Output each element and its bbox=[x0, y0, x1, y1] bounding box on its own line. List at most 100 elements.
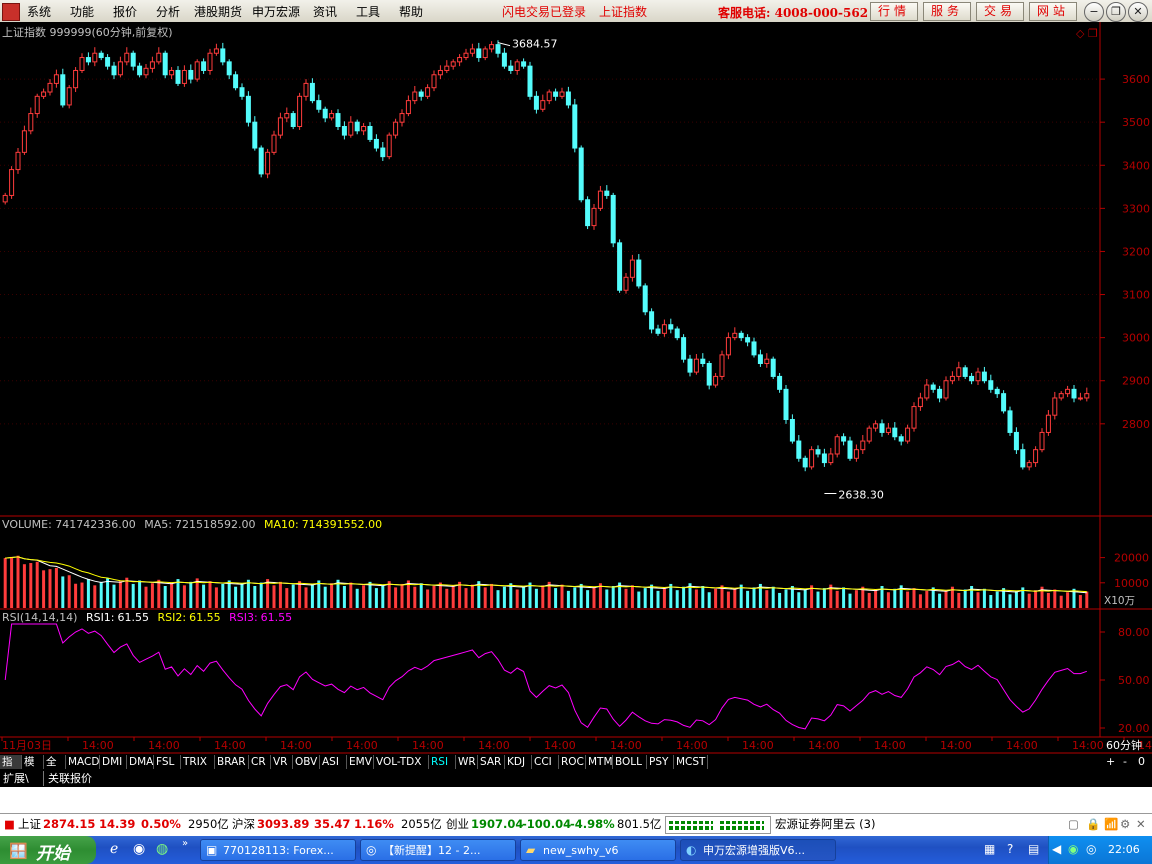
candle-body bbox=[239, 87, 245, 97]
candle-body bbox=[924, 384, 930, 399]
quicklaunch-more-icon[interactable]: » bbox=[182, 838, 188, 849]
indicator-tab-voltdx[interactable]: VOL-TDX bbox=[374, 755, 429, 769]
indicator-tab-mtm[interactable]: MTM bbox=[586, 755, 613, 769]
ext-tab-related-quotes[interactable]: 关联报价 bbox=[48, 771, 92, 786]
rsi3-value: 61.55 bbox=[261, 611, 293, 624]
candle-body bbox=[962, 367, 968, 377]
x-axis-label: 14:00 bbox=[148, 739, 180, 752]
candle-body bbox=[457, 57, 463, 63]
indicator-tab-label[interactable]: 指标 bbox=[0, 755, 22, 782]
indicator-tab-roc[interactable]: ROC bbox=[559, 755, 586, 769]
candle-body bbox=[482, 48, 488, 59]
candle-body bbox=[802, 457, 808, 468]
price-annotation: 2638.30 bbox=[838, 488, 884, 501]
candle-body bbox=[623, 276, 629, 291]
desktop-icon[interactable]: ◍ bbox=[156, 841, 168, 857]
candle-body bbox=[34, 95, 40, 115]
settings-icon[interactable]: ⚙ bbox=[1120, 817, 1130, 831]
broker-server[interactable]: 宏源证券阿里云 (3) bbox=[775, 817, 875, 831]
candle-body bbox=[514, 61, 520, 71]
lock-icon[interactable]: 🔒 bbox=[1086, 817, 1100, 831]
indicator-tab-psy[interactable]: PSY bbox=[647, 755, 674, 769]
volume-ma5-label: MA5: bbox=[144, 518, 172, 531]
indicator-tab-sar[interactable]: SAR bbox=[478, 755, 505, 769]
candle-body bbox=[265, 151, 271, 175]
candle-body bbox=[937, 388, 943, 399]
candle-body bbox=[969, 375, 975, 382]
indicator-tab-mcst[interactable]: MCST bbox=[674, 755, 708, 769]
all-tab[interactable]: 全部 bbox=[44, 755, 66, 782]
candle-body bbox=[2, 194, 8, 203]
candle-body bbox=[905, 427, 911, 442]
indicator-tab-kdj[interactable]: KDJ bbox=[505, 755, 532, 769]
window-toggle-icon[interactable]: ❐ bbox=[1088, 27, 1098, 40]
x-axis-label: 14:00 bbox=[874, 739, 906, 752]
indicator-tab-fsl[interactable]: FSL bbox=[154, 755, 181, 769]
ie-icon[interactable]: ℯ bbox=[110, 841, 118, 857]
candle-body bbox=[770, 358, 776, 377]
indicator-tab-obv[interactable]: OBV bbox=[293, 755, 320, 769]
signal-icon[interactable]: 📶 bbox=[1104, 817, 1118, 831]
candle-body bbox=[668, 324, 674, 330]
help-icon[interactable]: ? bbox=[1007, 842, 1013, 856]
candle-body bbox=[738, 332, 744, 339]
keyboard-icon[interactable]: ▦ bbox=[984, 842, 995, 856]
task-reminder[interactable]: 【新提醒】12 - 2... bbox=[360, 839, 516, 861]
rsi-axis-tick: 80.00 bbox=[1118, 626, 1150, 639]
chart-area[interactable]: 2800 2900 3000 3100 3200 3300 3400 3500 3600 100… bbox=[0, 0, 1152, 754]
tray-app-icon[interactable]: ◎ bbox=[1086, 842, 1096, 856]
candle-body bbox=[751, 341, 757, 356]
blank-panel bbox=[0, 787, 1152, 813]
task-shenwan[interactable]: 申万宏源增强版V6... bbox=[680, 839, 836, 861]
zoom-reset-button[interactable]: 0 bbox=[1138, 755, 1145, 768]
task-forex[interactable]: 770128113: Forex... bbox=[200, 839, 356, 861]
tray-left-icon[interactable]: ◀ bbox=[1052, 842, 1061, 856]
browser-icon[interactable]: ◉ bbox=[133, 841, 145, 857]
candle-body bbox=[309, 82, 315, 102]
cy-name[interactable]: 创业 bbox=[446, 817, 469, 831]
candle-body bbox=[693, 358, 699, 373]
diamond-icon[interactable]: ◇ bbox=[1076, 27, 1085, 40]
candle-body bbox=[73, 69, 79, 89]
template-tab[interactable]: 模板 bbox=[22, 755, 44, 782]
volume-label: VOLUME bbox=[2, 518, 48, 531]
sh-name[interactable]: 上证 bbox=[18, 817, 41, 831]
alert-icon[interactable]: ■ bbox=[4, 817, 15, 831]
ext-tab-expand[interactable]: 扩展\ bbox=[3, 771, 44, 786]
start-label: 开始 bbox=[36, 844, 70, 864]
indicator-tab-trix[interactable]: TRIX bbox=[181, 755, 215, 769]
indicator-tab-cci[interactable]: CCI bbox=[532, 755, 559, 769]
indicator-tab-macd[interactable]: MACD bbox=[66, 755, 100, 769]
candle-body bbox=[866, 427, 872, 442]
indicator-tab-asi[interactable]: ASI bbox=[320, 755, 347, 769]
indicator-tab-wr[interactable]: WR bbox=[456, 755, 478, 769]
indicator-tab-rsi[interactable]: RSI bbox=[429, 755, 456, 769]
cy-amount: 801.5亿 bbox=[617, 817, 662, 831]
close-status-icon[interactable]: ✕ bbox=[1136, 817, 1146, 831]
indicator-tab-emv[interactable]: EMV bbox=[347, 755, 374, 769]
candle-body bbox=[700, 358, 706, 364]
candle-body bbox=[380, 147, 386, 158]
candle-body bbox=[335, 113, 341, 127]
candle-body bbox=[143, 67, 149, 76]
indicator-tab-brar[interactable]: BRAR bbox=[215, 755, 249, 769]
indicator-tab-cr[interactable]: CR bbox=[249, 755, 271, 769]
period-selector[interactable]: 60分钟 bbox=[1106, 738, 1142, 752]
candle-body bbox=[732, 332, 738, 339]
candle-body bbox=[290, 113, 296, 127]
zoom-in-button[interactable]: + bbox=[1106, 755, 1115, 768]
svg-text:RSI(14,14,14) RSI1:61.55: RSI(14,14,14) RSI1: 61.55 RSI2: 61.55 RSI3… bbox=[2, 611, 292, 624]
candle-body bbox=[559, 91, 565, 97]
candle-body bbox=[399, 113, 405, 123]
hs-name[interactable]: 沪深 bbox=[232, 817, 255, 831]
indicator-tab-dma[interactable]: DMA bbox=[127, 755, 154, 769]
folder-icon: ▰ bbox=[526, 843, 536, 857]
status-square-icon[interactable]: ▢ bbox=[1068, 817, 1079, 831]
indicator-tab-boll[interactable]: BOLL bbox=[613, 755, 647, 769]
indicator-tab-vr[interactable]: VR bbox=[271, 755, 293, 769]
ime-icon[interactable]: ▤ bbox=[1028, 842, 1039, 856]
indicator-tab-dmi[interactable]: DMI bbox=[100, 755, 127, 769]
task-folder[interactable]: new_swhy_v6 bbox=[520, 839, 676, 861]
tray-network-icon[interactable]: ◉ bbox=[1068, 842, 1078, 856]
zoom-out-button[interactable]: - bbox=[1123, 755, 1127, 768]
